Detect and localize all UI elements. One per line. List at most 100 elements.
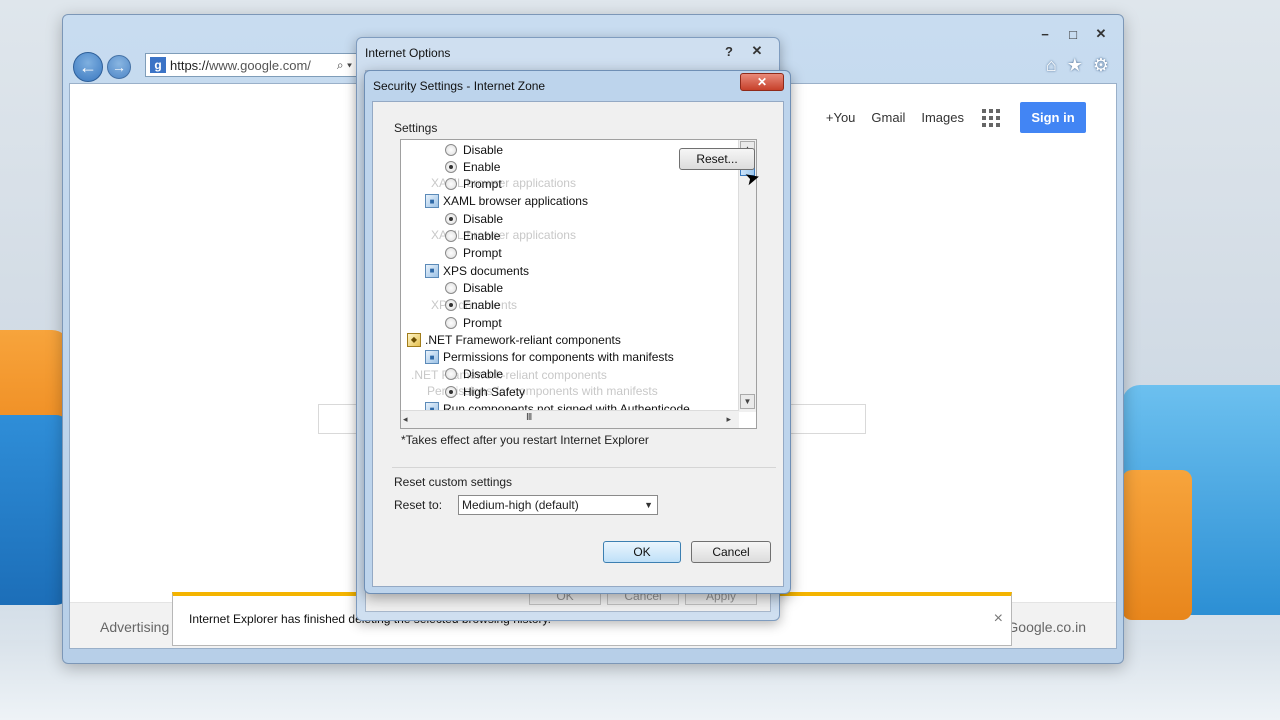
settings-row-label: Enable: [463, 229, 501, 243]
radio-unselected-icon[interactable]: [445, 143, 457, 156]
ie-toolbar: ⌂ ★ ⚙: [1046, 55, 1109, 76]
settings-row-label: XPS documents: [443, 263, 530, 278]
security-settings-close-button[interactable]: ✕: [740, 73, 784, 91]
radio-option[interactable]: Enable: [445, 228, 500, 245]
settings-item: ■ Permissions for components with manifes…: [425, 349, 674, 366]
radio-option[interactable]: Prompt: [445, 314, 502, 331]
radio-option[interactable]: Prompt: [445, 176, 502, 193]
radio-selected-icon[interactable]: [445, 385, 457, 398]
favorites-icon[interactable]: ★: [1067, 55, 1083, 76]
internet-options-title: Internet Options: [365, 46, 451, 60]
reset-button[interactable]: Reset...: [679, 148, 755, 170]
address-url-scheme: https://: [170, 57, 210, 73]
navigation-buttons: ← →: [73, 51, 131, 83]
horizontal-scrollbar[interactable]: ◂ III ▸: [401, 410, 739, 428]
settings-item: ■ XAML browser applications: [425, 193, 588, 210]
radio-option[interactable]: Disable: [445, 210, 503, 227]
back-arrow-icon: ←: [79, 56, 97, 77]
radio-selected-icon[interactable]: [445, 299, 457, 312]
gmail-link[interactable]: Gmail: [871, 110, 905, 125]
radio-option[interactable]: Disable: [445, 141, 503, 158]
forward-button[interactable]: →: [107, 55, 131, 79]
settings-tree-rows: XAML browser applications XAML browser a…: [401, 140, 739, 412]
settings-row-label: XAML browser applications: [443, 194, 588, 209]
settings-row-label: Prompt: [463, 246, 502, 261]
ghost-row: .NET Framework-reliant components: [411, 366, 607, 383]
radio-unselected-icon[interactable]: [445, 281, 457, 294]
google-co-in-link[interactable]: Google.co.in: [1007, 619, 1086, 635]
reset-to-label: Reset to:: [394, 498, 443, 512]
google-favicon-icon: g: [150, 57, 166, 73]
reset-to-row: Reset to: Medium-high (default) ▼: [394, 495, 658, 515]
chevron-down-icon: ▼: [644, 500, 653, 510]
settings-row-label: .NET Framework-reliant components: [425, 332, 621, 347]
wallpaper-orange-right-shape: [1122, 470, 1192, 620]
sign-in-button[interactable]: Sign in: [1020, 102, 1086, 133]
cancel-button[interactable]: Cancel: [691, 541, 771, 563]
horizontal-scrollbar-thumb[interactable]: III: [526, 412, 532, 423]
dotnet-category-icon: ◆: [407, 332, 421, 347]
settings-group: Settings XAML browser applications XAML …: [392, 121, 776, 467]
ghost-row-label: .NET Framework-reliant components: [411, 367, 607, 382]
xps-setting-icon: ■: [425, 263, 439, 278]
radio-option[interactable]: Prompt: [445, 245, 502, 262]
settings-category: ◆ .NET Framework-reliant components: [407, 331, 621, 348]
forward-arrow-icon: →: [112, 59, 126, 75]
radio-selected-icon[interactable]: [445, 160, 457, 173]
window-caption-buttons: − □ ✕: [1029, 25, 1113, 43]
settings-item: ■ XPS documents: [425, 262, 529, 279]
radio-unselected-icon[interactable]: [445, 316, 457, 329]
settings-tree-list[interactable]: XAML browser applications XAML browser a…: [400, 139, 757, 429]
radio-option[interactable]: Enable: [445, 297, 500, 314]
settings-row-label: Prompt: [463, 177, 502, 192]
google-top-bar: +You Gmail Images Sign in: [810, 102, 1086, 133]
settings-row-label: Disable: [463, 142, 504, 157]
address-url[interactable]: https://www.google.com/: [170, 58, 311, 73]
minimize-button[interactable]: −: [1033, 25, 1057, 43]
radio-option[interactable]: Disable: [445, 279, 503, 296]
scroll-down-arrow-icon[interactable]: ▼: [740, 394, 755, 409]
settings-group-label: Settings: [394, 121, 438, 135]
search-dropdown-icon[interactable]: ⌕ ▾: [337, 58, 356, 73]
help-button[interactable]: ?: [717, 42, 741, 60]
scroll-right-arrow-icon[interactable]: ▸: [726, 414, 731, 425]
radio-unselected-icon[interactable]: [445, 178, 457, 191]
security-settings-dialog: Security Settings - Internet Zone ✕ Sett…: [364, 70, 791, 594]
settings-row-label: High Safety: [463, 384, 526, 399]
radio-unselected-icon[interactable]: [445, 230, 457, 242]
settings-row-label: Prompt: [463, 315, 502, 330]
radio-option[interactable]: High Safety: [445, 383, 525, 400]
internet-options-caption-buttons: ? ✕: [713, 42, 769, 60]
ok-button[interactable]: OK: [603, 541, 681, 563]
radio-option[interactable]: Disable: [445, 366, 503, 383]
security-settings-body: Settings XAML browser applications XAML …: [372, 101, 784, 587]
advertising-link[interactable]: Advertising: [100, 619, 169, 635]
settings-row-label: Disable: [463, 367, 504, 382]
scroll-left-arrow-icon[interactable]: ◂: [403, 414, 408, 425]
reset-group-label: Reset custom settings: [394, 475, 513, 489]
address-bar[interactable]: g https://www.google.com/ ⌕ ▾: [145, 53, 357, 77]
reset-level-value: Medium-high (default): [462, 498, 579, 512]
images-link[interactable]: Images: [921, 110, 964, 125]
maximize-button[interactable]: □: [1061, 25, 1085, 43]
xaml-setting-icon: ■: [425, 194, 439, 209]
apps-grid-icon[interactable]: [982, 108, 1000, 127]
restart-note: *Takes effect after you restart Internet…: [401, 433, 649, 447]
radio-option[interactable]: Enable: [445, 158, 500, 175]
group-divider: [392, 467, 776, 468]
notification-close-icon[interactable]: ×: [994, 610, 1003, 628]
plus-you-link[interactable]: +You: [826, 110, 856, 125]
radio-selected-icon[interactable]: [445, 212, 457, 225]
internet-options-close-button[interactable]: ✕: [745, 42, 769, 60]
close-button[interactable]: ✕: [1089, 25, 1113, 43]
reset-custom-settings-group: Reset custom settings Reset to: Medium-h…: [392, 467, 776, 539]
gear-icon[interactable]: ⚙: [1093, 55, 1109, 76]
radio-unselected-icon[interactable]: [445, 247, 457, 260]
settings-row-label: Permissions for components with manifest…: [443, 350, 674, 365]
back-button[interactable]: ←: [73, 52, 103, 82]
home-icon[interactable]: ⌂: [1046, 55, 1057, 76]
reset-level-dropdown[interactable]: Medium-high (default) ▼: [458, 495, 658, 515]
radio-unselected-icon[interactable]: [445, 368, 457, 381]
settings-row-label: Disable: [463, 211, 504, 226]
settings-row-label: Enable: [463, 159, 501, 174]
